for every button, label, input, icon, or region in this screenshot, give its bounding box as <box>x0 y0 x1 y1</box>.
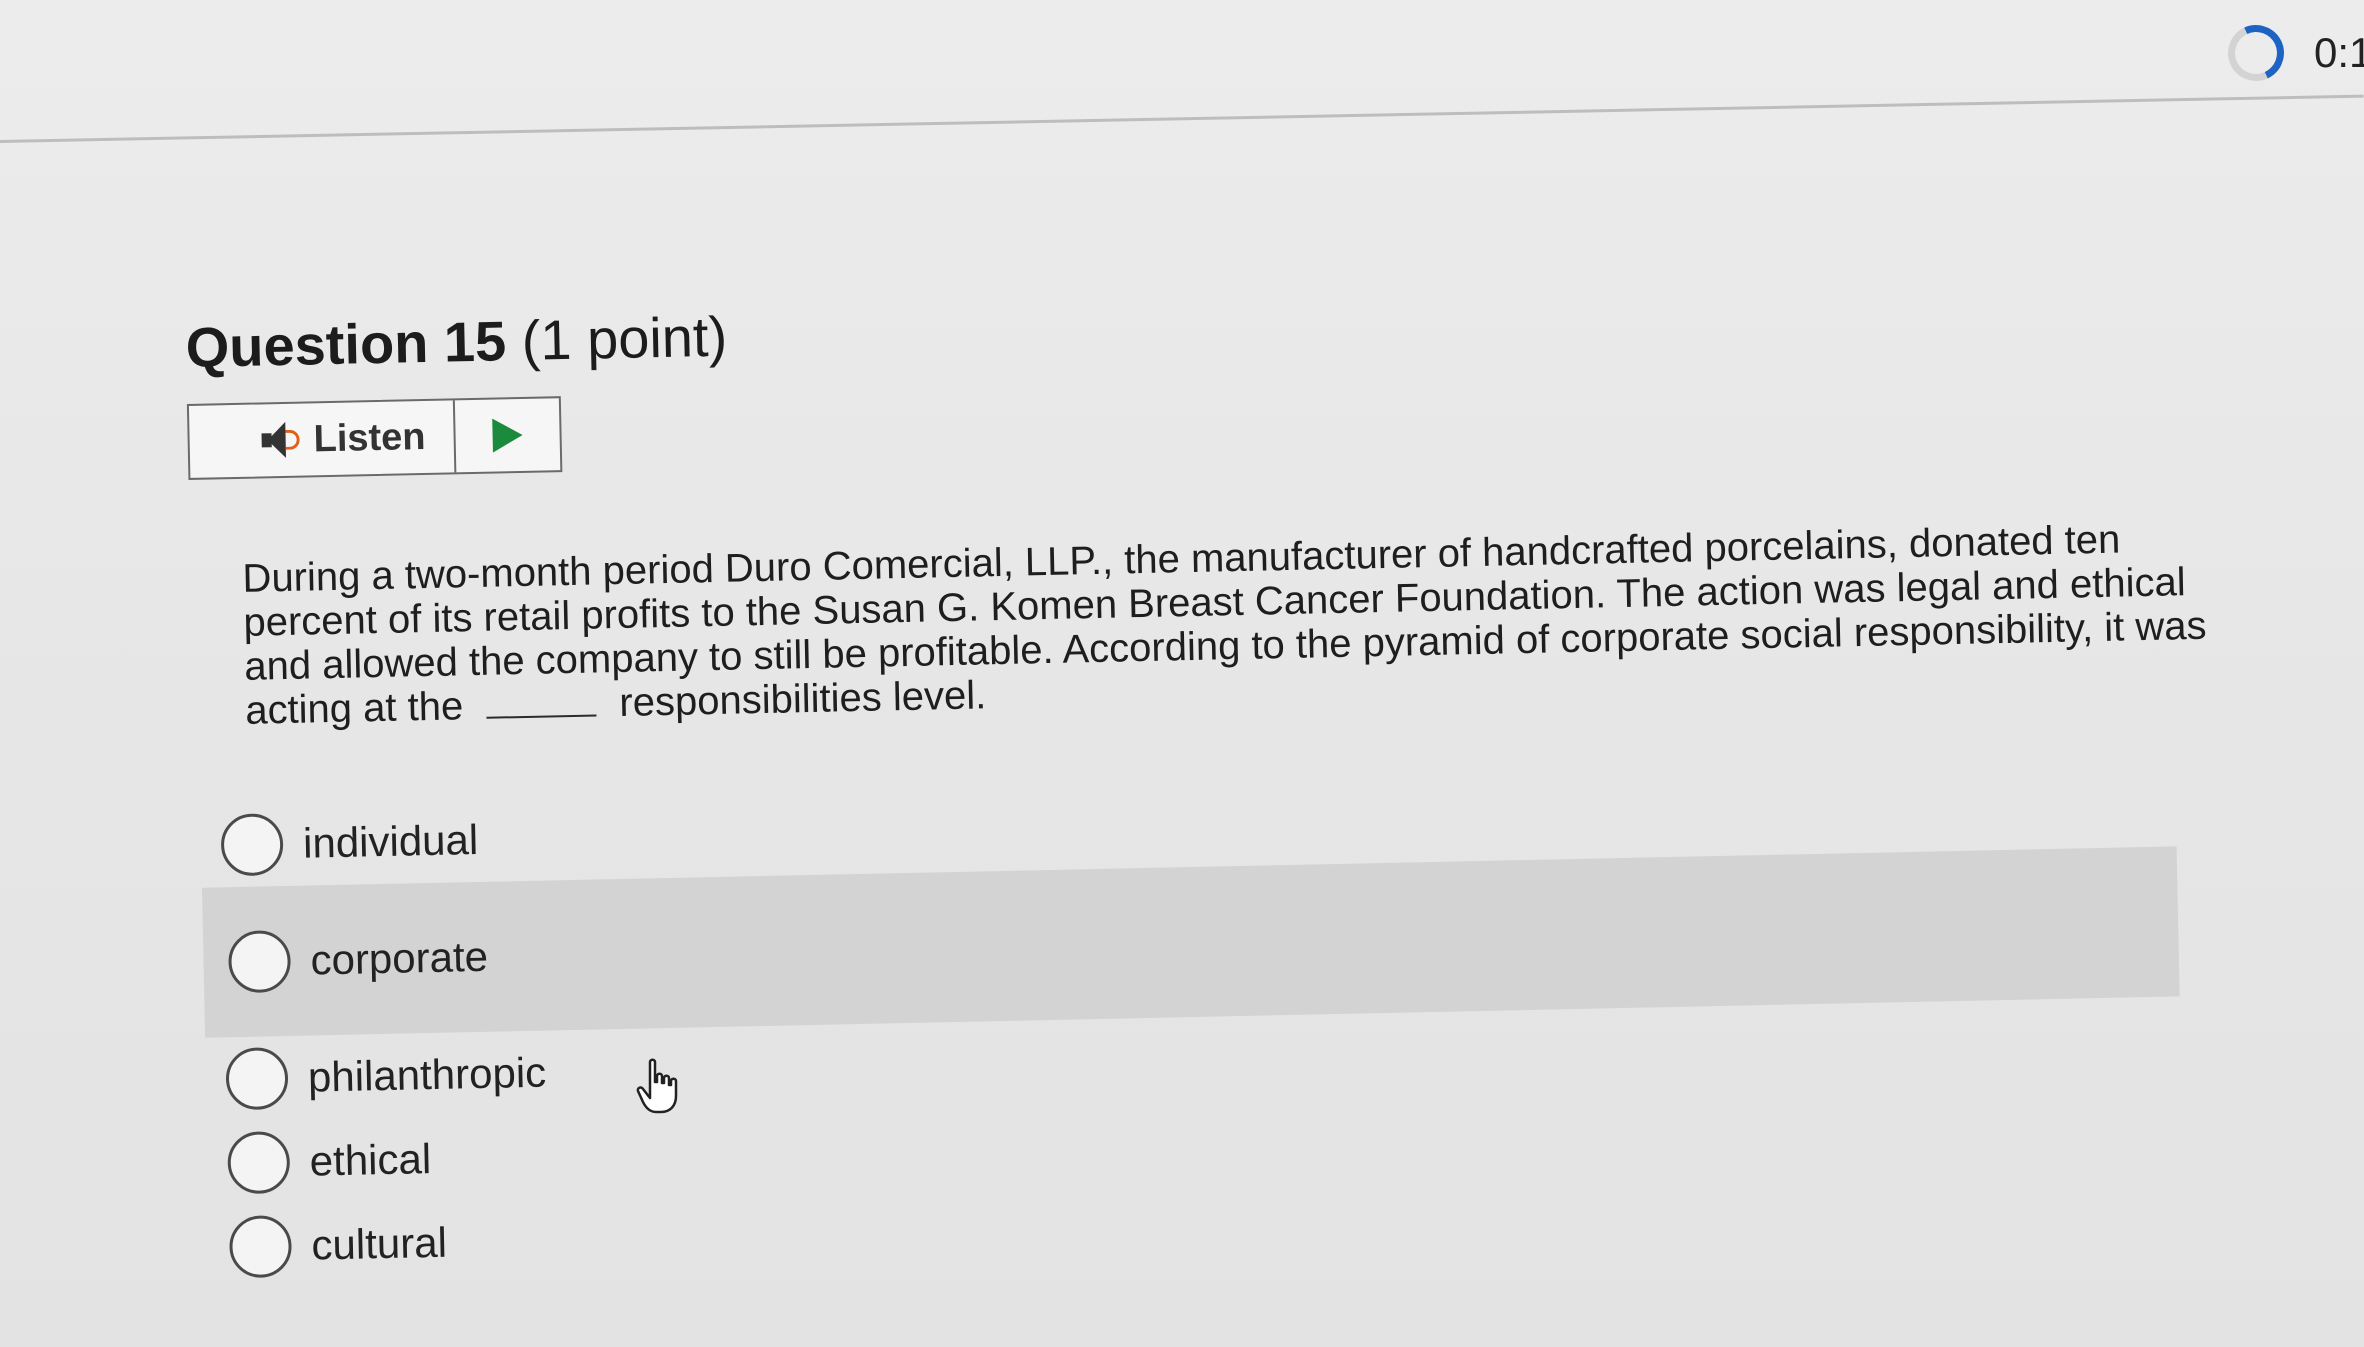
answer-options: individual corporate philanthropic ethic… <box>195 762 2185 1289</box>
timer: 0:1 <box>2220 17 2364 89</box>
play-icon <box>492 417 523 453</box>
option-label: philanthropic <box>307 1048 547 1101</box>
question-container: Question 15 (1 point) Listen During a tw… <box>185 272 2255 1290</box>
timer-text: 0:1 <box>2314 29 2364 76</box>
radio-button[interactable] <box>228 1214 293 1279</box>
question-text: During a two-month period Duro Comercial… <box>242 515 2225 733</box>
option-label: ethical <box>309 1135 432 1185</box>
answer-blank <box>485 684 597 719</box>
radio-button[interactable] <box>225 1047 289 1111</box>
question-number: Question 15 <box>185 309 507 379</box>
timer-progress-icon <box>2220 17 2292 89</box>
radio-button[interactable] <box>220 813 284 877</box>
header-divider <box>0 94 2364 143</box>
question-points: (1 point) <box>521 304 728 372</box>
radio-button[interactable] <box>227 929 292 994</box>
hand-pointer-icon <box>636 1058 678 1114</box>
listen-widget: Listen <box>186 396 563 480</box>
quiz-page: 0:1 Question 15 (1 point) Listen During … <box>0 0 2364 1347</box>
option-label: cultural <box>311 1218 448 1269</box>
question-text-after-blank: responsibilities level. <box>618 673 987 725</box>
listen-button[interactable]: Listen <box>188 400 457 478</box>
radio-button[interactable] <box>227 1130 291 1195</box>
play-button[interactable] <box>455 398 560 472</box>
listen-label: Listen <box>313 415 426 460</box>
question-title: Question 15 (1 point) <box>185 272 2236 380</box>
option-label: corporate <box>310 932 489 984</box>
speaker-icon <box>261 421 302 459</box>
option-label: individual <box>302 815 479 867</box>
